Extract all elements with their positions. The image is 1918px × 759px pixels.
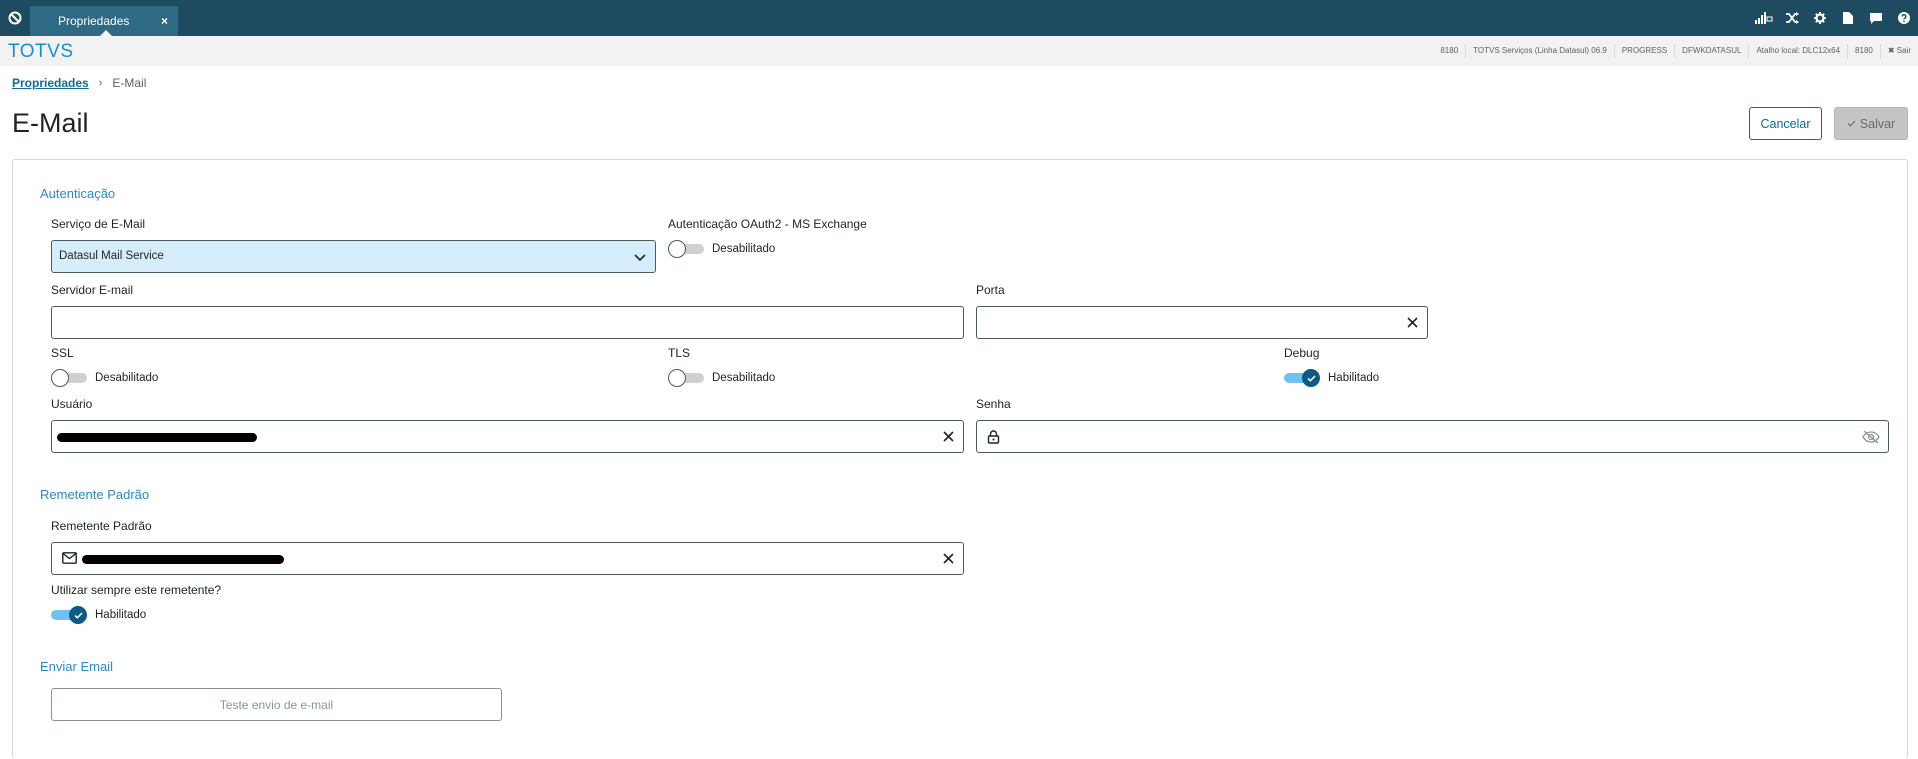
cancel-button[interactable]: Cancelar: [1749, 107, 1822, 140]
server-input[interactable]: [51, 306, 964, 339]
port-input[interactable]: [976, 306, 1428, 339]
tls-label: TLS: [668, 346, 691, 360]
tls-switch[interactable]: [668, 369, 704, 387]
breadcrumb-current: E-Mail: [112, 76, 147, 90]
info-item: Atalho local: DLC12x64: [1748, 44, 1847, 58]
oauth-toggle[interactable]: Desabilitado: [668, 240, 775, 258]
always-sender-switch[interactable]: [51, 606, 87, 624]
check-icon: [1847, 120, 1856, 127]
top-bar: Propriedades ×: [0, 0, 1918, 36]
always-sender-state: Habilitado: [95, 609, 147, 621]
chevron-down-icon: [634, 254, 646, 262]
email-service-select[interactable]: Datasul Mail Service: [51, 240, 656, 273]
signal-icon[interactable]: [1750, 0, 1778, 36]
clear-icon[interactable]: [1406, 316, 1419, 329]
info-item: 8180: [1847, 44, 1880, 58]
user-label: Usuário: [51, 397, 93, 411]
info-bar: TOTVS 8180 TOTVS Serviços (Linha Datasul…: [0, 36, 1918, 66]
tab-label: Propriedades: [58, 14, 130, 28]
default-sender-label: Remetente Padrão: [51, 519, 152, 533]
email-service-value: Datasul Mail Service: [59, 250, 164, 262]
document-icon[interactable]: [1834, 0, 1862, 36]
tls-state: Desabilitado: [712, 372, 776, 384]
password-label: Senha: [976, 397, 1011, 411]
always-sender-toggle[interactable]: Habilitado: [51, 606, 146, 624]
lock-icon: [987, 430, 1000, 444]
info-item: DFWKDATASUL: [1674, 44, 1748, 58]
page-title: E-Mail: [12, 108, 89, 138]
ssl-state: Desabilitado: [95, 372, 159, 384]
brand-logo: TOTVS: [8, 41, 74, 62]
oauth-state: Desabilitado: [712, 243, 776, 255]
tls-toggle[interactable]: Desabilitado: [668, 369, 775, 387]
always-sender-label: Utilizar sempre este remetente?: [51, 583, 222, 597]
gear-icon[interactable]: [1806, 0, 1834, 36]
redacted-value: [82, 555, 284, 564]
ssl-toggle[interactable]: Desabilitado: [51, 369, 158, 387]
oauth-label: Autenticação OAuth2 - MS Exchange: [668, 217, 867, 231]
breadcrumb-separator: ›: [98, 77, 103, 89]
help-icon[interactable]: [1890, 0, 1918, 36]
mail-icon: [62, 552, 77, 564]
session-info: 8180 TOTVS Serviços (Linha Datasul) 06.9…: [1433, 36, 1918, 66]
debug-toggle[interactable]: Habilitado: [1284, 369, 1379, 387]
debug-label: Debug: [1284, 346, 1320, 360]
save-button[interactable]: Salvar: [1834, 107, 1908, 140]
check-icon: [1306, 374, 1316, 382]
clear-icon[interactable]: [942, 552, 955, 565]
section-title-auth: Autenticação: [40, 186, 116, 201]
tab-close-icon[interactable]: ×: [161, 13, 168, 29]
toolbar-icons: [1750, 0, 1918, 36]
test-email-button[interactable]: Teste envio de e-mail: [51, 688, 502, 721]
section-title-send: Enviar Email: [40, 659, 113, 674]
eye-off-icon[interactable]: [1862, 430, 1880, 444]
user-input[interactable]: [51, 420, 964, 453]
info-item: PROGRESS: [1613, 44, 1674, 58]
debug-switch[interactable]: [1284, 369, 1320, 387]
ssl-switch[interactable]: [51, 369, 87, 387]
check-icon: [73, 611, 83, 619]
clear-icon[interactable]: [942, 430, 955, 443]
port-label: Porta: [976, 283, 1005, 297]
breadcrumb: Propriedades › E-Mail: [12, 76, 146, 90]
server-label: Servidor E-mail: [51, 283, 134, 297]
section-title-sender: Remetente Padrão: [40, 487, 150, 502]
debug-state: Habilitado: [1328, 372, 1380, 384]
chat-icon[interactable]: [1862, 0, 1890, 36]
info-item: 8180: [1440, 46, 1459, 55]
breadcrumb-link[interactable]: Propriedades: [12, 76, 89, 90]
password-input[interactable]: [976, 420, 1889, 453]
default-sender-input[interactable]: [51, 542, 964, 575]
info-item: TOTVS Serviços (Linha Datasul) 06.9: [1465, 44, 1614, 58]
home-icon[interactable]: [0, 0, 30, 36]
logout-link[interactable]: ✖ Sair: [1879, 44, 1918, 58]
save-button-label: Salvar: [1859, 116, 1896, 131]
shuffle-icon[interactable]: [1778, 0, 1806, 36]
redacted-value: [57, 433, 257, 442]
oauth-switch[interactable]: [668, 240, 704, 258]
ssl-label: SSL: [51, 346, 74, 360]
email-service-label: Serviço de E-Mail: [51, 217, 146, 231]
